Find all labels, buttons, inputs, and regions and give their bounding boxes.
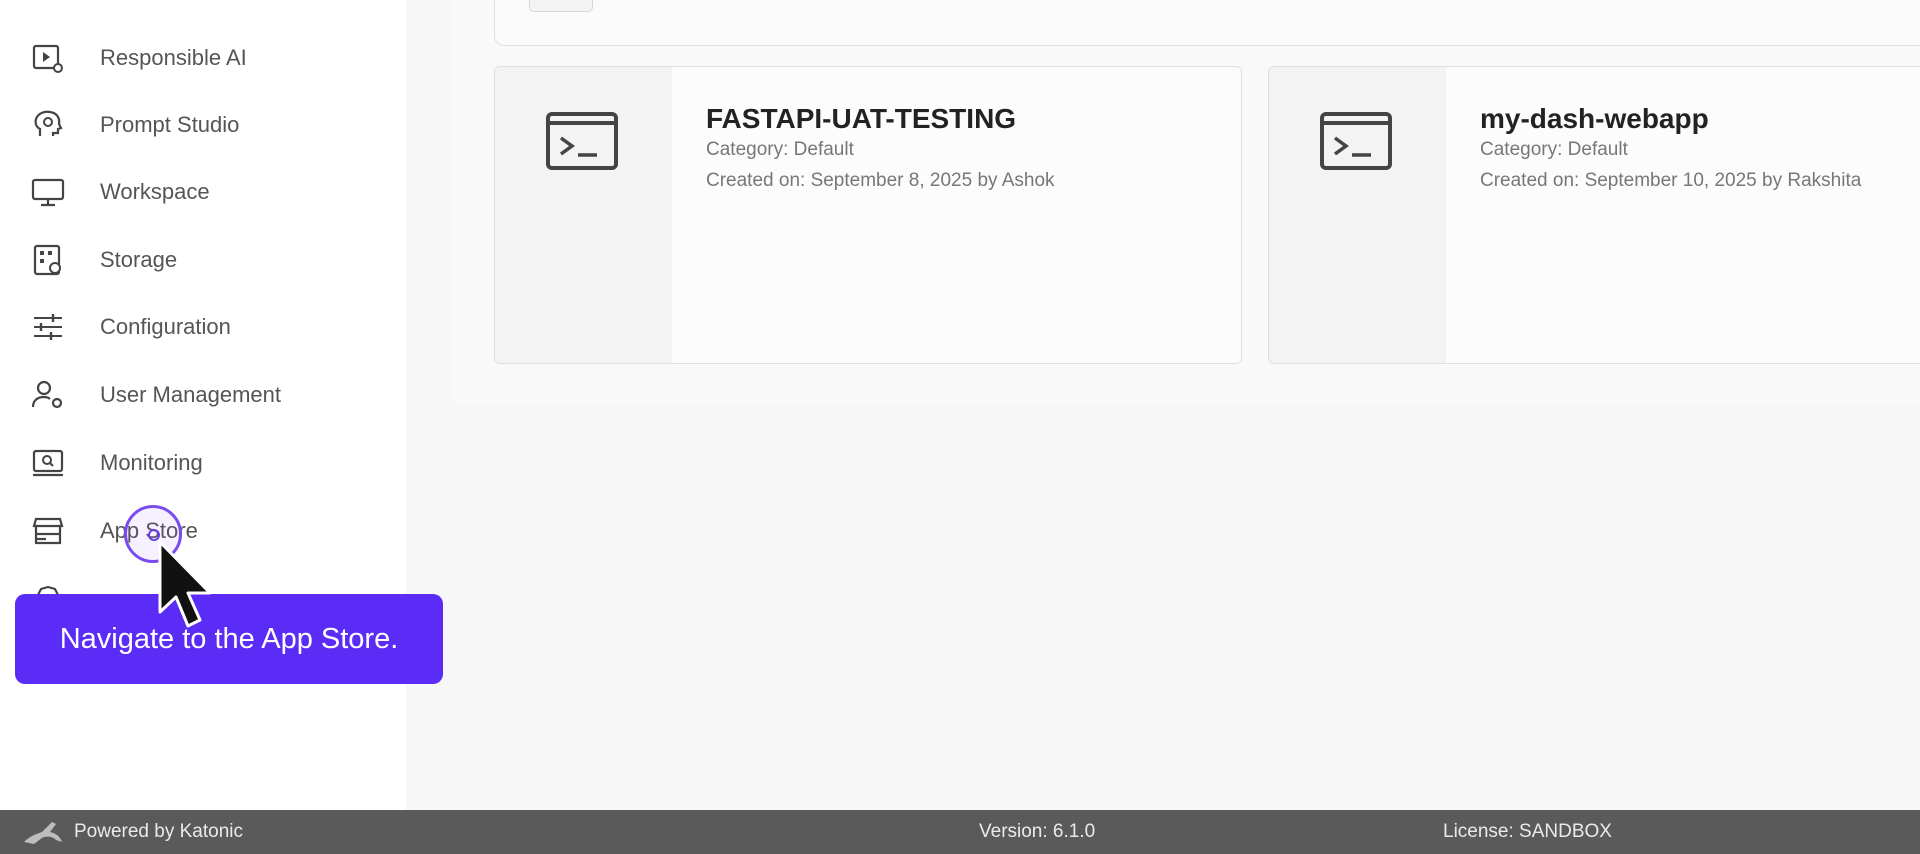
sidebar-item-user-management[interactable]: User Management xyxy=(0,368,406,422)
tooltip-text: Navigate to the App Store. xyxy=(59,622,399,655)
sidebar-item-configuration[interactable]: Configuration xyxy=(0,300,406,354)
guide-tooltip: Navigate to the App Store. xyxy=(15,594,443,684)
toolbar-button[interactable] xyxy=(529,0,593,12)
sidebar-item-workspace[interactable]: Workspace xyxy=(0,165,406,219)
sidebar-item-label: Workspace xyxy=(100,179,210,204)
app-created: Created on: September 8, 2025 by Ashok xyxy=(706,170,1055,191)
app-category: Category: Default xyxy=(706,139,854,160)
terminal-icon xyxy=(546,112,618,170)
app-title[interactable]: FASTAPI-UAT-TESTING xyxy=(706,103,1016,135)
sliders-icon xyxy=(31,310,65,344)
license-text: License: SANDBOX xyxy=(1443,821,1612,842)
user-gear-icon xyxy=(31,378,65,412)
sidebar-item-label: Storage xyxy=(100,247,178,272)
version-text: Version: 6.1.0 xyxy=(979,821,1096,842)
responsible-ai-icon xyxy=(31,41,65,75)
sidebar-item-label: Responsible AI xyxy=(100,45,247,70)
toolbar-strip xyxy=(494,0,1920,46)
app-card[interactable]: my-dash-webapp Category: Default Created… xyxy=(1268,66,1920,364)
sidebar-item-responsible-ai[interactable]: Responsible AI xyxy=(0,31,406,85)
app-title[interactable]: my-dash-webapp xyxy=(1480,103,1709,135)
app-category: Category: Default xyxy=(1480,139,1628,160)
prompt-studio-icon xyxy=(31,108,65,142)
terminal-icon xyxy=(1320,112,1392,170)
sidebar-item-label: Prompt Studio xyxy=(100,112,240,137)
main-content: FASTAPI-UAT-TESTING Category: Default Cr… xyxy=(406,0,1920,810)
sidebar-item-monitoring[interactable]: Monitoring xyxy=(0,436,406,490)
katonic-logo-icon xyxy=(24,822,62,844)
partial-nav-icon xyxy=(31,0,65,4)
sidebar: Responsible AI Prompt Studio Workspace S… xyxy=(0,0,406,810)
pointer-cursor-icon xyxy=(158,540,212,628)
footer-bar: Powered by Katonic Version: 6.1.0 Licens… xyxy=(0,810,1920,854)
sidebar-item-prompt-studio[interactable]: Prompt Studio xyxy=(0,98,406,152)
monitor-icon xyxy=(31,175,65,209)
powered-by-text: Powered by Katonic xyxy=(74,821,243,842)
storage-icon xyxy=(31,243,65,277)
monitoring-icon xyxy=(31,446,65,480)
sidebar-item-storage[interactable]: Storage xyxy=(0,233,406,287)
sidebar-item-label: User Management xyxy=(100,382,281,407)
sidebar-item-label: Monitoring xyxy=(100,450,203,475)
app-created: Created on: September 10, 2025 by Rakshi… xyxy=(1480,170,1862,191)
store-icon xyxy=(31,514,65,548)
app-thumbnail xyxy=(1269,67,1446,363)
app-thumbnail xyxy=(495,67,672,363)
sidebar-item-label: Configuration xyxy=(100,314,231,339)
app-card[interactable]: FASTAPI-UAT-TESTING Category: Default Cr… xyxy=(494,66,1242,364)
